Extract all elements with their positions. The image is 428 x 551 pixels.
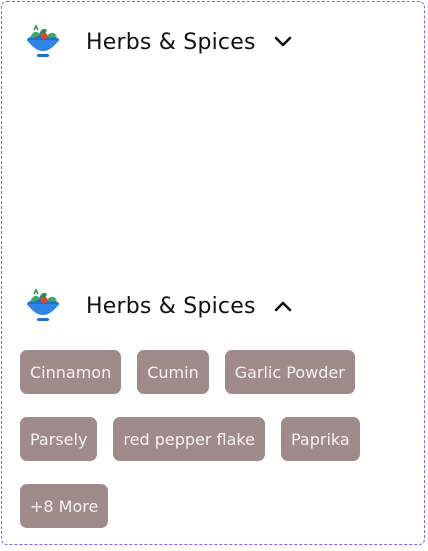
chip-garlic-powder[interactable]: Garlic Powder xyxy=(224,350,355,394)
chevron-up-icon[interactable] xyxy=(272,295,294,317)
chip-paprika[interactable]: Paprika xyxy=(280,417,360,461)
chip-red-pepper-flake[interactable]: red pepper flake xyxy=(113,417,265,461)
chip-cumin[interactable]: Cumin xyxy=(137,350,209,394)
herbs-spices-section-header-expanded[interactable]: Herbs & Spices xyxy=(24,288,294,324)
chip-row: +8 More xyxy=(20,484,412,528)
chip-parsely[interactable]: Parsely xyxy=(20,417,98,461)
salad-bowl-icon xyxy=(24,288,62,324)
more-chip-button[interactable]: +8 More xyxy=(20,484,109,528)
chip-cinnamon[interactable]: Cinnamon xyxy=(20,350,122,394)
chip-row: Cinnamon Cumin Garlic Powder xyxy=(20,350,412,394)
herbs-spices-section-header-collapsed[interactable]: Herbs & Spices xyxy=(24,24,294,60)
section-title: Herbs & Spices xyxy=(86,293,256,319)
chip-row: Parsely red pepper flake Paprika xyxy=(20,417,412,461)
ingredient-chip-list: Cinnamon Cumin Garlic Powder Parsely red… xyxy=(20,350,412,551)
section-title: Herbs & Spices xyxy=(86,29,256,55)
salad-bowl-icon xyxy=(24,24,62,60)
chevron-down-icon[interactable] xyxy=(272,31,294,53)
